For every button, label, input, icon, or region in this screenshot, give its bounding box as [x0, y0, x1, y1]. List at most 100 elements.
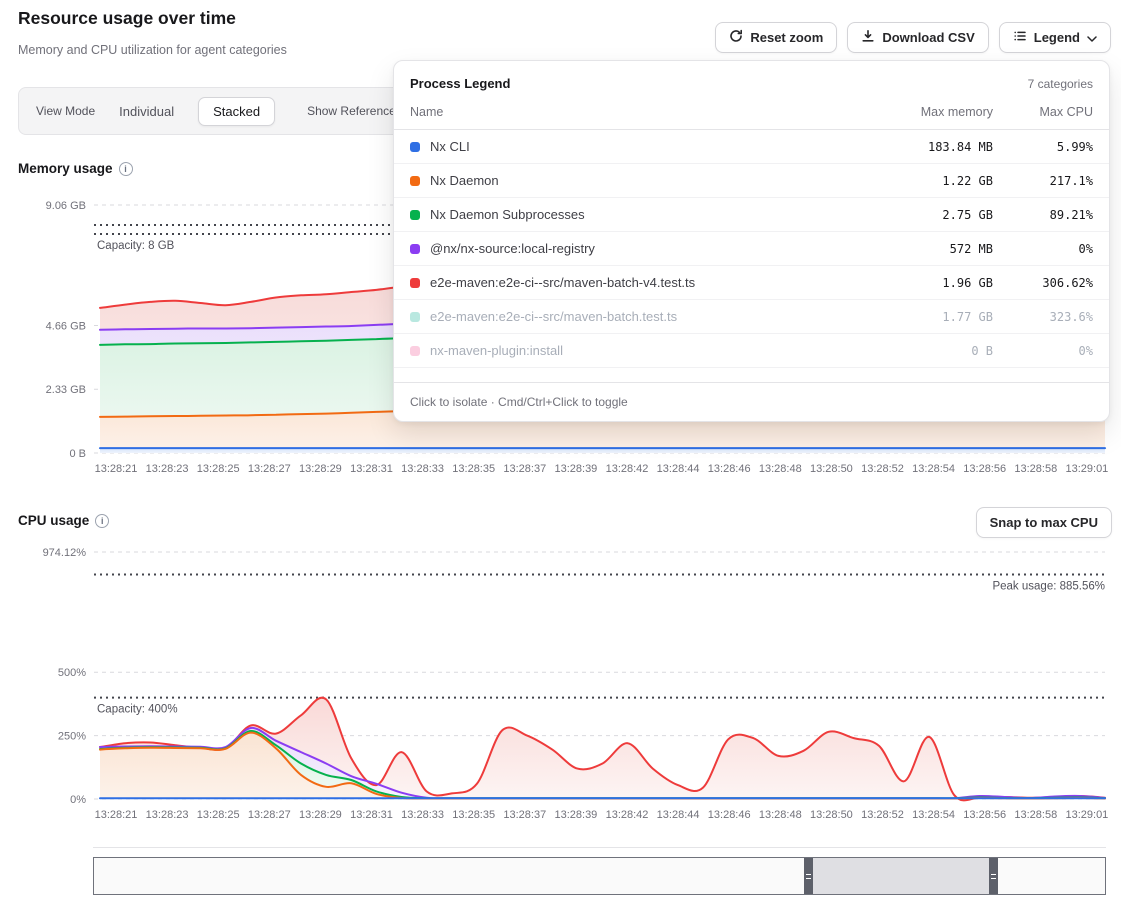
legend-row[interactable]: e2e-maven:e2e-ci--src/maven-batch-v4.tes…	[394, 266, 1109, 300]
svg-text:9.06 GB: 9.06 GB	[46, 200, 86, 212]
snap-to-max-cpu-button[interactable]: Snap to max CPU	[976, 507, 1112, 538]
column-max-memory: Max memory	[843, 105, 993, 119]
series-name: Nx Daemon Subprocesses	[430, 207, 843, 222]
cpu-section-header: CPU usage i	[18, 513, 109, 528]
svg-text:13:28:31: 13:28:31	[350, 809, 393, 821]
series-name: e2e-maven:e2e-ci--src/maven-batch.test.t…	[430, 309, 843, 324]
svg-text:250%: 250%	[58, 731, 86, 743]
svg-text:13:28:23: 13:28:23	[146, 809, 189, 821]
svg-text:13:28:21: 13:28:21	[95, 809, 138, 821]
max-cpu-value: 306.62%	[993, 276, 1093, 290]
view-mode-individual[interactable]: Individual	[109, 98, 184, 125]
svg-text:13:28:35: 13:28:35	[452, 809, 495, 821]
svg-text:13:28:31: 13:28:31	[350, 463, 393, 475]
max-cpu-value: 217.1%	[993, 174, 1093, 188]
svg-text:13:28:52: 13:28:52	[861, 463, 904, 475]
max-memory-value: 0 B	[843, 344, 993, 358]
svg-text:Capacity: 8 GB: Capacity: 8 GB	[97, 240, 175, 252]
series-name: nx-maven-plugin:install	[430, 343, 843, 358]
svg-text:13:28:46: 13:28:46	[708, 809, 751, 821]
svg-text:0 B: 0 B	[69, 448, 86, 460]
memory-section-header: Memory usage i	[18, 161, 133, 176]
header-buttons: Reset zoom Download CSV Legend	[715, 22, 1111, 53]
svg-text:13:29:01: 13:29:01	[1065, 463, 1108, 475]
reset-zoom-button[interactable]: Reset zoom	[715, 22, 837, 53]
svg-text:13:29:01: 13:29:01	[1065, 809, 1108, 821]
svg-text:4.66 GB: 4.66 GB	[46, 320, 86, 332]
svg-text:13:28:27: 13:28:27	[248, 463, 291, 475]
svg-text:13:28:52: 13:28:52	[861, 809, 904, 821]
info-icon[interactable]: i	[119, 162, 133, 176]
chevron-down-icon	[1087, 30, 1097, 45]
legend-row[interactable]: e2e-maven:e2e-ci--src/maven-batch.test.t…	[394, 300, 1109, 334]
legend-row[interactable]: nx-maven-plugin:install0 B0%	[394, 334, 1109, 368]
page-title: Resource usage over time	[18, 8, 236, 29]
svg-text:13:28:54: 13:28:54	[912, 809, 955, 821]
legend-dropdown-button[interactable]: Legend	[999, 22, 1111, 53]
legend-rows: Nx CLI183.84 MB5.99%Nx Daemon1.22 GB217.…	[394, 130, 1109, 368]
resource-usage-page: Resource usage over time Memory and CPU …	[0, 0, 1121, 916]
svg-text:13:28:33: 13:28:33	[401, 463, 444, 475]
max-memory-value: 2.75 GB	[843, 208, 993, 222]
series-color-dot	[410, 346, 420, 356]
svg-text:13:28:48: 13:28:48	[759, 463, 802, 475]
brush-handle-left[interactable]	[804, 858, 813, 894]
legend-popup-header: Process Legend 7 categories	[394, 61, 1109, 99]
column-max-cpu: Max CPU	[993, 105, 1093, 119]
list-icon	[1013, 29, 1027, 46]
svg-text:13:28:27: 13:28:27	[248, 809, 291, 821]
svg-text:13:28:25: 13:28:25	[197, 463, 240, 475]
svg-text:13:28:29: 13:28:29	[299, 463, 342, 475]
svg-text:13:28:46: 13:28:46	[708, 463, 751, 475]
max-memory-value: 1.22 GB	[843, 174, 993, 188]
svg-text:Peak usage: 885.56%: Peak usage: 885.56%	[992, 580, 1105, 592]
max-memory-value: 183.84 MB	[843, 140, 993, 154]
svg-text:13:28:56: 13:28:56	[963, 463, 1006, 475]
memory-usage-title: Memory usage	[18, 161, 113, 176]
svg-text:13:28:33: 13:28:33	[401, 809, 444, 821]
svg-text:13:28:44: 13:28:44	[657, 809, 700, 821]
svg-text:13:28:44: 13:28:44	[657, 463, 700, 475]
series-name: Nx Daemon	[430, 173, 843, 188]
svg-text:13:28:25: 13:28:25	[197, 809, 240, 821]
svg-text:13:28:42: 13:28:42	[606, 463, 649, 475]
svg-text:Capacity: 400%: Capacity: 400%	[97, 704, 178, 716]
svg-text:0%: 0%	[70, 794, 86, 806]
series-color-dot	[410, 210, 420, 220]
legend-row[interactable]: @nx/nx-source:local-registry572 MB0%	[394, 232, 1109, 266]
legend-column-headers: Name Max memory Max CPU	[394, 99, 1109, 130]
legend-row[interactable]: Nx Daemon Subprocesses2.75 GB89.21%	[394, 198, 1109, 232]
cpu-chart[interactable]: 974.12%500%250%0%Peak usage: 885.56%Capa…	[0, 540, 1121, 830]
svg-text:13:28:35: 13:28:35	[452, 463, 495, 475]
series-name: e2e-maven:e2e-ci--src/maven-batch-v4.tes…	[430, 275, 843, 290]
page-subtitle: Memory and CPU utilization for agent cat…	[18, 43, 287, 57]
brush-axis-line	[93, 847, 1106, 848]
brush-handle-right[interactable]	[989, 858, 998, 894]
cpu-usage-title: CPU usage	[18, 513, 89, 528]
max-cpu-value: 323.6%	[993, 310, 1093, 324]
grip-icon	[991, 874, 996, 879]
brush-selected-range[interactable]	[813, 858, 989, 894]
series-name: Nx CLI	[430, 139, 843, 154]
series-color-dot	[410, 142, 420, 152]
max-cpu-value: 0%	[993, 242, 1093, 256]
max-memory-value: 1.96 GB	[843, 276, 993, 290]
view-mode-stacked[interactable]: Stacked	[198, 97, 275, 126]
svg-text:13:28:29: 13:28:29	[299, 809, 342, 821]
download-csv-button[interactable]: Download CSV	[847, 22, 988, 53]
grip-icon	[806, 874, 811, 879]
svg-text:13:28:48: 13:28:48	[759, 809, 802, 821]
legend-row[interactable]: Nx CLI183.84 MB5.99%	[394, 130, 1109, 164]
view-mode-label: View Mode	[36, 104, 95, 118]
svg-text:13:28:37: 13:28:37	[503, 463, 546, 475]
column-name: Name	[410, 105, 843, 119]
legend-row[interactable]: Nx Daemon1.22 GB217.1%	[394, 164, 1109, 198]
svg-text:13:28:23: 13:28:23	[146, 463, 189, 475]
timeline-brush[interactable]	[93, 857, 1106, 895]
max-memory-value: 572 MB	[843, 242, 993, 256]
max-cpu-value: 0%	[993, 344, 1093, 358]
legend-popup-footer: Click to isolate · Cmd/Ctrl+Click to tog…	[394, 382, 1109, 421]
series-name: @nx/nx-source:local-registry	[430, 241, 843, 256]
info-icon[interactable]: i	[95, 514, 109, 528]
series-color-dot	[410, 176, 420, 186]
